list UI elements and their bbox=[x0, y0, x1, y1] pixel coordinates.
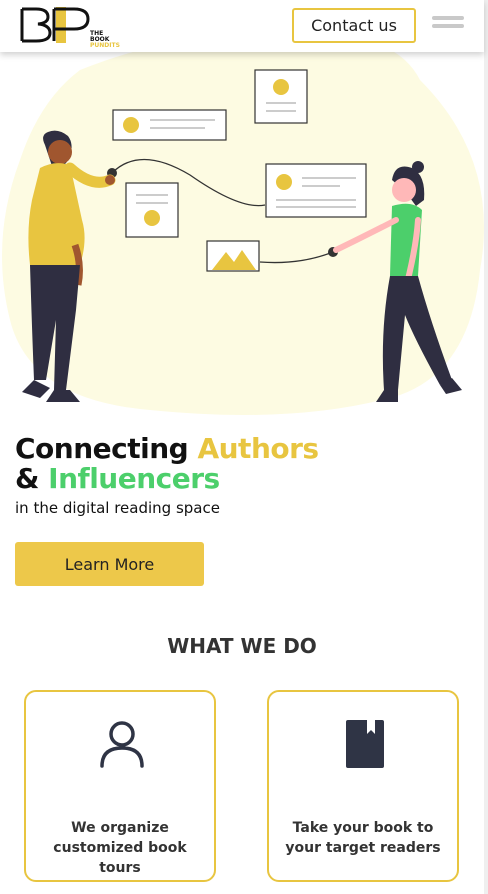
page-scrollbar[interactable] bbox=[484, 0, 488, 894]
learn-more-button[interactable]: Learn More bbox=[15, 542, 204, 586]
headline-ampersand: & bbox=[15, 462, 49, 495]
hero-headline: Connecting Authors & Influencers bbox=[15, 434, 319, 494]
headline-influencers: Influencers bbox=[48, 462, 220, 495]
headline-connecting: Connecting bbox=[15, 432, 198, 465]
float-card-4 bbox=[265, 163, 367, 218]
book-icon bbox=[346, 720, 384, 768]
float-card-image bbox=[206, 240, 260, 272]
hero-illustration bbox=[2, 40, 484, 415]
hamburger-line bbox=[432, 16, 464, 20]
headline-authors: Authors bbox=[197, 432, 319, 465]
logo-text-line2: PUNDITS bbox=[90, 42, 120, 49]
hamburger-line bbox=[432, 24, 464, 28]
float-card-1 bbox=[112, 109, 227, 141]
hamburger-menu-icon[interactable] bbox=[432, 16, 464, 32]
float-card-3 bbox=[125, 182, 179, 238]
logo-text: THE BOOK PUNDITS bbox=[90, 31, 120, 49]
service-card-book-tours[interactable]: We organize customized book tours bbox=[24, 690, 216, 882]
site-header: THE BOOK PUNDITS Contact us bbox=[0, 0, 484, 52]
service-card-text: Take your book to your target readers bbox=[285, 820, 441, 856]
section-title-what-we-do: WHAT WE DO bbox=[167, 634, 317, 658]
float-card-2 bbox=[254, 69, 308, 124]
service-card-target-readers[interactable]: Take your book to your target readers bbox=[267, 690, 459, 882]
user-icon bbox=[100, 721, 144, 768]
hero-subline: in the digital reading space bbox=[15, 499, 220, 517]
brand-logo[interactable]: THE BOOK PUNDITS bbox=[18, 5, 120, 49]
contact-us-button[interactable]: Contact us bbox=[292, 8, 416, 43]
service-card-text: We organize customized book tours bbox=[53, 820, 187, 876]
